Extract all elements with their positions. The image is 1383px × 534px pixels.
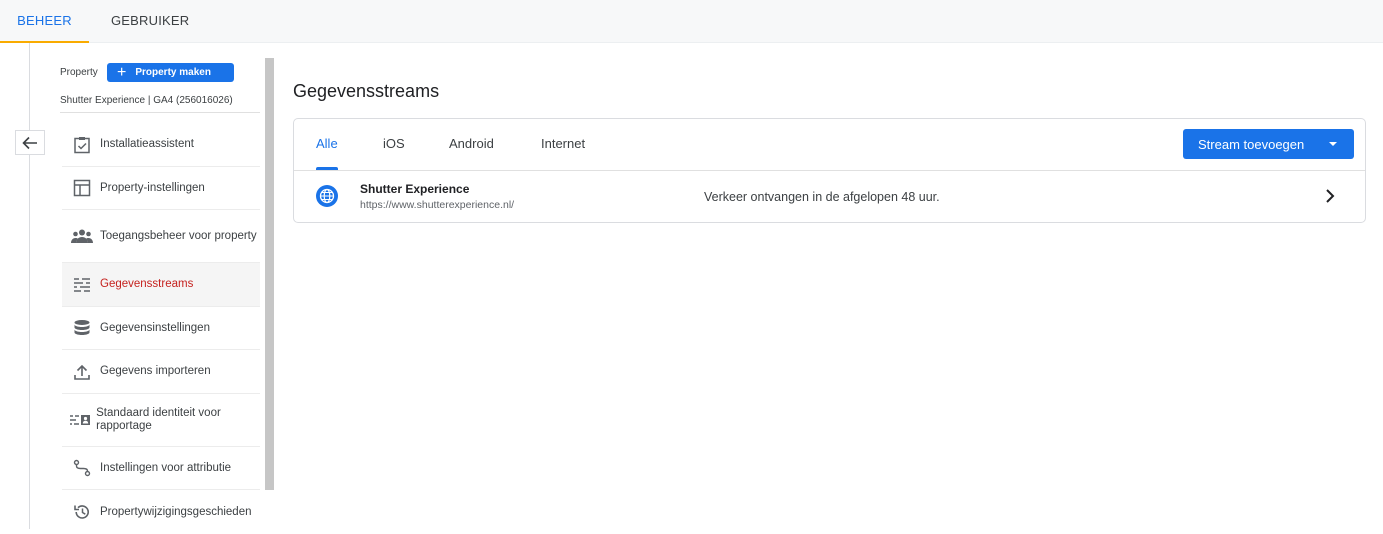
streams-card: Alle iOS Android Internet Stream toevoeg… <box>293 118 1366 223</box>
streams-icon <box>74 277 90 292</box>
tab-android[interactable]: Android <box>449 119 494 170</box>
upload-icon <box>74 364 90 380</box>
tab-beheer-label: BEHEER <box>17 13 72 28</box>
create-property-label: Property maken <box>135 67 211 78</box>
tab-alle[interactable]: Alle <box>316 119 338 170</box>
tab-internet[interactable]: Internet <box>541 119 585 170</box>
menu-item-attributie[interactable]: Instellingen voor attributie <box>62 447 260 490</box>
divider <box>60 112 260 113</box>
tab-gebruiker[interactable]: GEBRUIKER <box>111 0 189 43</box>
menu-item-property-instellingen[interactable]: Property-instellingen <box>62 167 260 210</box>
tab-ios[interactable]: iOS <box>383 119 405 170</box>
checklist-icon <box>74 136 90 153</box>
menu-item-label: Propertywijzigingsgeschieden <box>100 505 252 518</box>
top-tab-bar: BEHEER GEBRUIKER <box>0 0 1383 43</box>
menu-item-label: Gegevensstreams <box>100 278 194 290</box>
menu-item-label: Toegangsbeheer voor property <box>100 229 257 242</box>
menu-item-wijzigingsgeschiedenis[interactable]: Propertywijzigingsgeschieden <box>62 490 260 534</box>
property-menu: Installatieassistent Property-instelling… <box>62 123 260 534</box>
identity-icon <box>70 415 91 425</box>
property-selector[interactable]: Shutter Experience | GA4 (256016026) <box>60 95 233 106</box>
layout-icon <box>73 179 91 197</box>
history-icon <box>74 505 89 519</box>
menu-item-gegevensstreams[interactable]: Gegevensstreams <box>62 263 260 307</box>
people-icon <box>71 229 93 243</box>
menu-item-label: Property-instellingen <box>100 181 205 194</box>
page-title: Gegevensstreams <box>293 81 440 101</box>
add-stream-button[interactable]: Stream toevoegen <box>1183 129 1354 159</box>
menu-item-toegangsbeheer[interactable]: Toegangsbeheer voor property <box>62 210 260 263</box>
caret-down-icon <box>1329 142 1337 146</box>
menu-item-label: Instellingen voor attributie <box>100 461 232 474</box>
property-label: Property <box>60 67 98 78</box>
menu-item-label: Standaard identiteit voor rapportage <box>96 407 221 432</box>
left-rail-line <box>29 43 30 529</box>
stream-name: Shutter Experience <box>360 182 470 196</box>
tab-active-indicator <box>0 41 89 43</box>
menu-item-gegevensinstellingen[interactable]: Gegevensinstellingen <box>62 307 260 350</box>
tab-label: Alle <box>316 136 338 151</box>
tab-gebruiker-label: GEBRUIKER <box>111 13 190 28</box>
plus-icon: + <box>117 63 127 81</box>
tab-label: Internet <box>541 136 586 151</box>
tab-label: iOS <box>383 136 405 151</box>
menu-item-label: Installatieassistent <box>100 138 194 150</box>
menu-scrollbar[interactable] <box>265 58 274 490</box>
chevron-right-icon <box>1326 189 1335 203</box>
stream-url: https://www.shutterexperience.nl/ <box>360 199 515 211</box>
add-stream-label: Stream toevoegen <box>1198 136 1305 152</box>
attribution-icon <box>73 459 91 477</box>
globe-icon <box>316 185 338 207</box>
back-button[interactable] <box>15 130 45 155</box>
database-icon <box>74 320 90 335</box>
create-property-button[interactable]: + Property maken <box>107 63 234 82</box>
menu-item-standaard-identiteit[interactable]: Standaard identiteit voor rapportage <box>62 394 260 447</box>
arrow-back-icon <box>22 136 37 149</box>
menu-item-gegevens-importeren[interactable]: Gegevens importeren <box>62 350 260 394</box>
tab-label: Android <box>449 136 494 151</box>
stream-row[interactable]: Shutter Experience https://www.shutterex… <box>294 171 1365 223</box>
menu-item-installatieassistent[interactable]: Installatieassistent <box>62 123 260 167</box>
stream-status: Verkeer ontvangen in de afgelopen 48 uur… <box>704 190 940 204</box>
menu-item-label: Gegevens importeren <box>100 365 211 377</box>
menu-item-label: Gegevensinstellingen <box>100 321 210 334</box>
tab-beheer[interactable]: BEHEER <box>0 0 89 43</box>
